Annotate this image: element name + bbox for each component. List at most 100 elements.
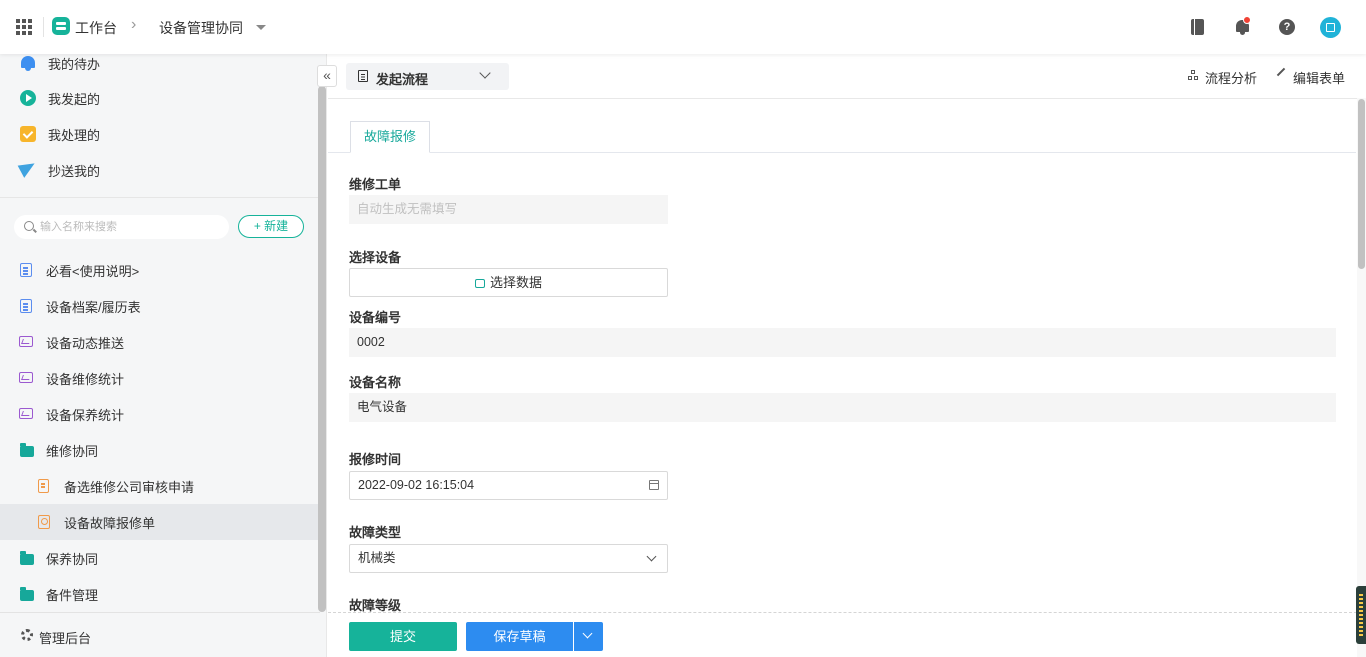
- field-label: 设备编号: [349, 310, 402, 325]
- chart-icon: [19, 408, 33, 419]
- collapse-sidebar-button[interactable]: «: [317, 65, 337, 87]
- form-icon: [38, 515, 50, 529]
- tree-item-label: 设备档案/履历表: [46, 300, 141, 315]
- edit-form-link[interactable]: 编辑表单: [1293, 68, 1345, 87]
- app-switch-caret-icon[interactable]: [256, 25, 266, 30]
- select-data-icon: [474, 279, 485, 288]
- unread-badge: [1243, 16, 1251, 24]
- tree-item-label: 保养协同: [46, 552, 99, 567]
- tree-folder[interactable]: 维修协同: [0, 432, 320, 468]
- main-content: 发起流程 流程分析 编辑表单 故障报修 维修工单 自动生成无需填写 选择设备 选…: [328, 54, 1366, 657]
- calendar-icon[interactable]: [649, 480, 659, 490]
- search-icon: [24, 221, 34, 231]
- sidebar-item-handled[interactable]: 我处理的: [0, 116, 320, 152]
- search-box: [14, 215, 229, 239]
- document-icon: [20, 263, 32, 277]
- workspace-logo-icon[interactable]: [52, 17, 70, 35]
- flow-analysis-icon: [1188, 70, 1199, 81]
- tab-bar-line: [328, 152, 1356, 153]
- tree-item-label: 必看<使用说明>: [46, 264, 140, 279]
- breadcrumb-separator-icon: ›: [131, 16, 137, 33]
- save-draft-more-button[interactable]: [574, 622, 603, 651]
- breadcrumb-current-app[interactable]: 设备管理协同: [159, 18, 243, 38]
- apps-grid-icon[interactable]: [16, 19, 32, 35]
- flow-analysis-link[interactable]: 流程分析: [1205, 68, 1257, 87]
- folder-icon: [20, 587, 34, 601]
- tree-item-label: 备选维修公司审核申请: [64, 480, 195, 495]
- sidebar-scrollbar[interactable]: [318, 86, 326, 612]
- sidebar-item-initiated[interactable]: 我发起的: [0, 80, 320, 116]
- divider: [0, 197, 320, 198]
- folder-icon: [20, 443, 34, 457]
- report-time-field[interactable]: 2022-09-02 16:15:04: [349, 471, 668, 500]
- document-icon: [38, 479, 49, 493]
- tree-item-label: 设备维修统计: [46, 372, 125, 387]
- chart-icon: [19, 372, 33, 383]
- tree-item[interactable]: 设备维修统计: [0, 360, 320, 396]
- chevron-down-icon: [646, 551, 657, 562]
- notification-bell-icon[interactable]: [1234, 16, 1252, 36]
- sidebar-item-cc[interactable]: 抄送我的: [0, 152, 320, 188]
- tree-item[interactable]: 设备保养统计: [0, 396, 320, 432]
- save-draft-button[interactable]: 保存草稿: [466, 622, 573, 651]
- start-flow-label: 发起流程: [376, 72, 429, 87]
- edit-pencil-icon: [1276, 67, 1286, 77]
- tree-folder[interactable]: 备件管理: [0, 576, 320, 612]
- action-bar: 提交 保存草稿: [328, 612, 1357, 657]
- document-icon: [358, 70, 368, 82]
- start-flow-dropdown[interactable]: 发起流程: [346, 63, 509, 90]
- admin-backend-link[interactable]: 管理后台: [0, 612, 320, 657]
- new-button[interactable]: + 新建: [238, 215, 304, 238]
- select-data-label: 选择数据: [489, 275, 542, 290]
- select-data-button[interactable]: 选择数据: [349, 268, 668, 297]
- tree-folder[interactable]: 保养协同: [0, 540, 320, 576]
- tree-item[interactable]: 设备动态推送: [0, 324, 320, 360]
- fault-type-select[interactable]: 机械类: [349, 544, 668, 573]
- top-bar: 工作台 › 设备管理协同 ?: [0, 0, 1366, 54]
- field-label: 设备名称: [349, 375, 402, 390]
- admin-backend-label: 管理后台: [39, 631, 92, 646]
- help-icon[interactable]: ?: [1279, 19, 1295, 35]
- sidebar-item-label: 抄送我的: [48, 164, 101, 179]
- tree-item[interactable]: 备选维修公司审核申请: [0, 468, 320, 504]
- work-order-field: 自动生成无需填写: [349, 195, 668, 224]
- submit-button[interactable]: 提交: [349, 622, 457, 651]
- sidebar-item-label: 我发起的: [48, 92, 101, 107]
- notebook-icon[interactable]: [1189, 18, 1207, 36]
- play-icon: [20, 90, 36, 106]
- tree-item[interactable]: 必看<使用说明>: [0, 252, 320, 288]
- device-number-field: 0002: [349, 328, 1336, 357]
- tree-item[interactable]: 设备档案/履历表: [0, 288, 320, 324]
- document-icon: [20, 299, 32, 313]
- user-avatar[interactable]: [1320, 17, 1341, 38]
- device-name-field: 电气设备: [349, 393, 1336, 422]
- floating-side-widget[interactable]: [1356, 586, 1366, 644]
- sidebar: 我的待办 我发起的 我处理的 抄送我的 + 新建 必看<使用说明> 设备档案/履…: [0, 54, 337, 657]
- check-icon: [20, 126, 36, 142]
- chevron-down-icon: [479, 67, 491, 79]
- main-scrollbar[interactable]: [1357, 98, 1366, 657]
- folder-icon: [20, 551, 34, 565]
- tree-item-active[interactable]: 设备故障报修单: [0, 504, 320, 540]
- chart-icon: [19, 336, 33, 347]
- field-label: 报修时间: [349, 452, 402, 467]
- bell-icon: [21, 56, 35, 71]
- send-icon: [17, 158, 39, 178]
- tree-item-label: 设备动态推送: [46, 336, 125, 351]
- tab-fault-report[interactable]: 故障报修: [350, 121, 430, 153]
- divider: [328, 98, 1366, 99]
- fault-type-value: 机械类: [358, 551, 396, 565]
- sidebar-item-label: 我处理的: [48, 128, 101, 143]
- tree-item-label: 维修协同: [46, 444, 99, 459]
- field-label: 选择设备: [349, 250, 402, 265]
- field-label: 故障类型: [349, 525, 402, 540]
- tree-item-label: 备件管理: [46, 588, 99, 603]
- tree-item-label: 设备故障报修单: [64, 516, 156, 531]
- divider: [43, 17, 44, 37]
- tree-item-label: 设备保养统计: [46, 408, 125, 423]
- chevron-down-icon: [582, 628, 593, 639]
- field-label: 维修工单: [349, 177, 402, 192]
- workspace-link[interactable]: 工作台: [75, 18, 117, 38]
- sidebar-item-label: 我的待办: [48, 57, 101, 72]
- search-input[interactable]: [40, 218, 220, 236]
